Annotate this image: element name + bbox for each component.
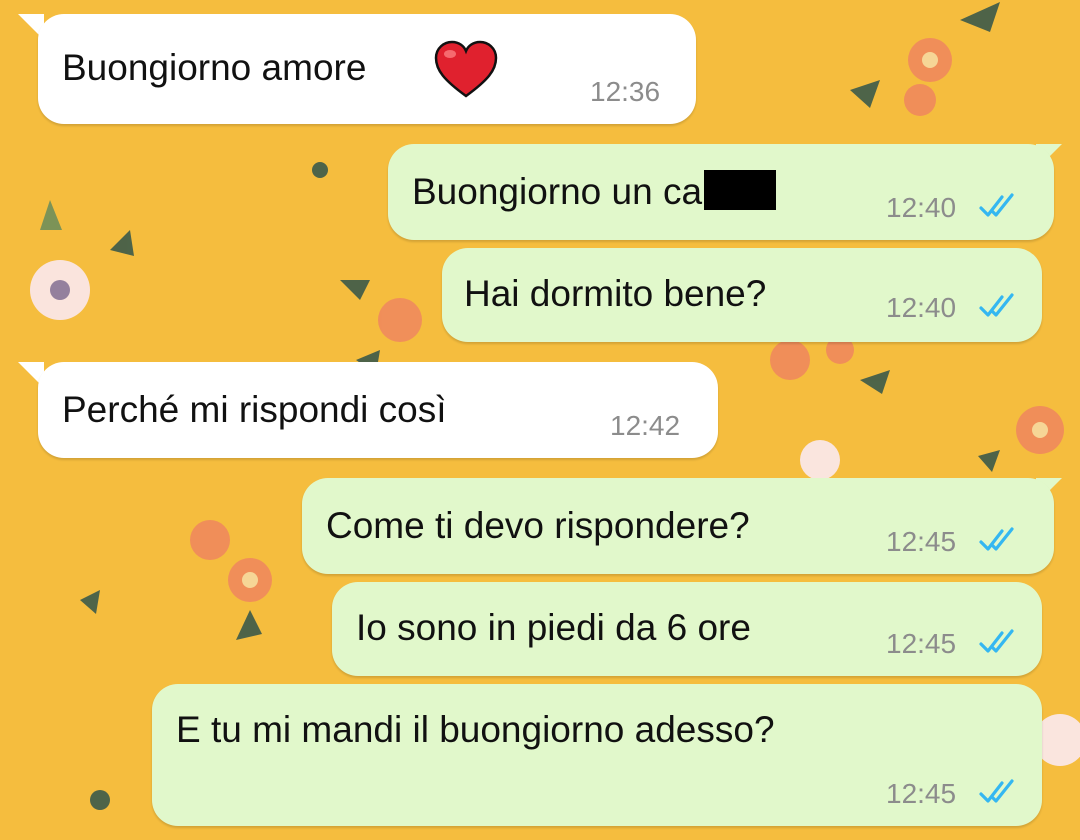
message-text: Come ti devo rispondere? [326,505,750,546]
message-time: 12:42 [610,410,681,441]
double-check-read-icon [979,527,1014,551]
message-time: 12:40 [886,192,957,223]
message-outgoing[interactable]: Come ti devo rispondere? 12:45 [302,478,1054,574]
message-outgoing[interactable]: Buongiorno un ca 12:40 [388,144,1054,240]
message-text: E tu mi mandi il buongiorno adesso? [176,709,775,750]
message-outgoing[interactable]: E tu mi mandi il buongiorno adesso? 12:4… [152,684,1042,826]
message-text: Io sono in piedi da 6 ore [356,607,751,648]
message-time: 12:36 [590,76,661,107]
double-check-read-icon [979,193,1014,217]
message-outgoing[interactable]: Io sono in piedi da 6 ore 12:45 [332,582,1042,676]
message-outgoing[interactable]: Hai dormito bene? 12:40 [442,248,1042,342]
message-text: Buongiorno un ca [412,170,777,214]
double-check-read-icon [979,293,1014,317]
message-text-visible: Buongiorno un ca [412,171,703,212]
heart-icon [434,40,498,98]
redaction-block [704,170,777,210]
double-check-read-icon [979,779,1014,803]
double-check-read-icon [979,629,1014,653]
message-time: 12:45 [886,628,957,659]
message-text: Buongiorno amore [62,47,367,88]
message-incoming[interactable]: Perché mi rispondi così 12:42 [38,362,718,458]
message-incoming[interactable]: Buongiorno amore 12:36 [38,14,696,124]
message-time: 12:45 [886,778,957,809]
message-time: 12:40 [886,292,957,323]
message-text: Hai dormito bene? [464,273,767,314]
message-text: Perché mi rispondi così [62,389,447,430]
message-time: 12:45 [886,526,957,557]
chat-messages: Buongiorno amore 12:36 Buongiorno un ca … [0,0,1080,840]
